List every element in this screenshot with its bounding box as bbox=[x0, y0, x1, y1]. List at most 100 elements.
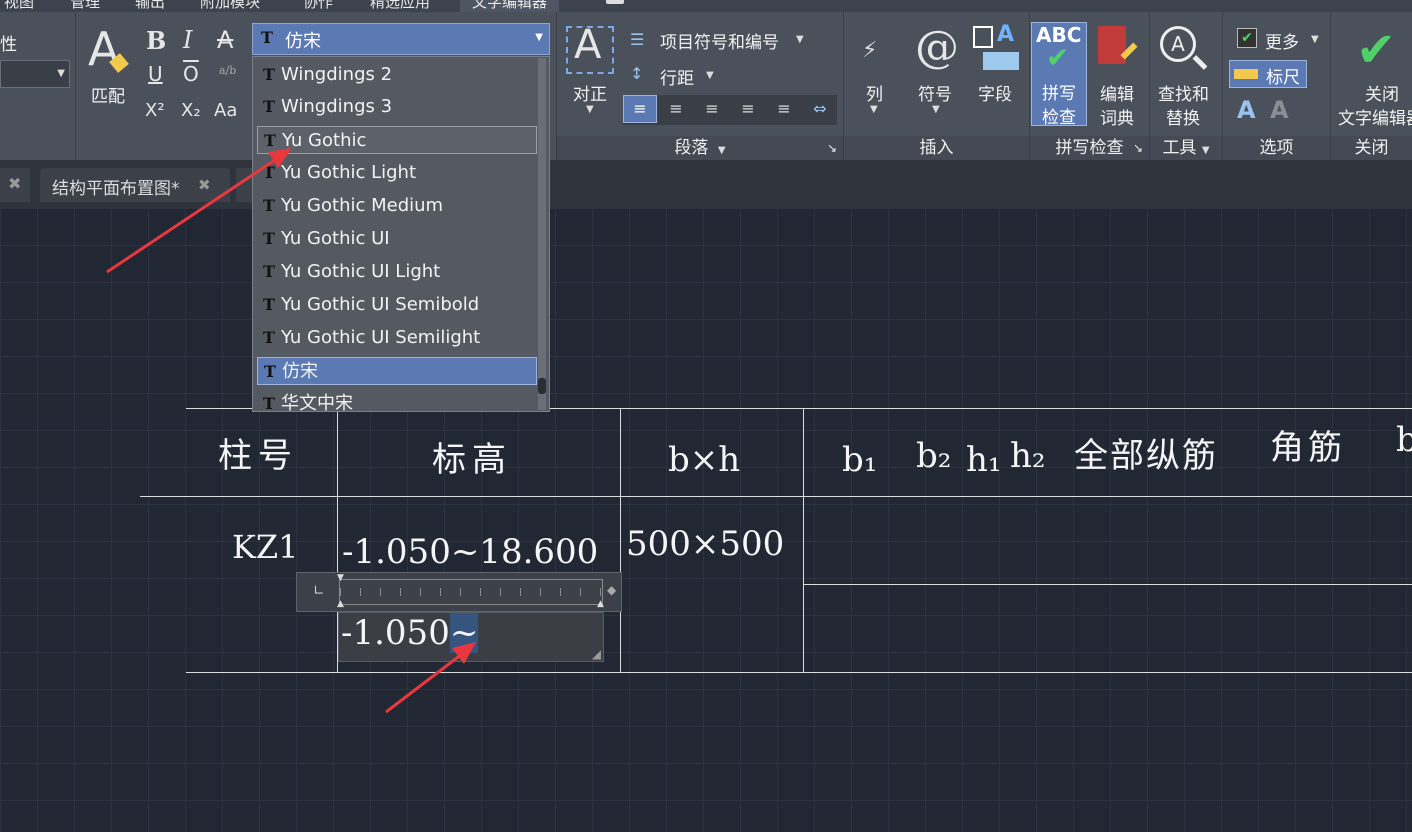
close-check-icon: ✔ bbox=[1356, 22, 1397, 78]
dialog-launcher-icon[interactable]: ↘ bbox=[1133, 136, 1143, 160]
document-tab-title: 结构平面布置图* bbox=[52, 179, 180, 199]
close-label-1[interactable]: 关闭 bbox=[1365, 80, 1399, 105]
find-label-2[interactable]: 替换 bbox=[1166, 104, 1200, 129]
superscript-button[interactable]: X² bbox=[145, 100, 165, 121]
dictionary-label-1[interactable]: 编辑 bbox=[1100, 80, 1134, 105]
italic-button[interactable]: I bbox=[183, 26, 192, 54]
drawing-canvas[interactable] bbox=[0, 208, 1412, 832]
menu-tab-featured-apps[interactable]: 精选应用 bbox=[370, 0, 430, 12]
field-icon: A bbox=[973, 22, 1019, 72]
editor-ruler[interactable]: ∟ ▼ ▲ ▲ ◆ bbox=[296, 572, 622, 612]
menu-tab-output[interactable]: 输出 bbox=[135, 0, 165, 12]
selected-text[interactable]: ~ bbox=[449, 613, 479, 653]
width-handle-icon[interactable]: ◆ bbox=[607, 583, 616, 597]
font-option[interactable]: T Wingdings 2 bbox=[257, 61, 537, 89]
font-option-selected[interactable]: T 仿宋 bbox=[257, 357, 537, 385]
font-list-scrollbar[interactable] bbox=[538, 58, 546, 410]
right-indent-icon[interactable]: ▲ bbox=[597, 599, 604, 609]
font-option-hovered[interactable]: T Yu Gothic bbox=[257, 126, 537, 154]
font-option[interactable]: T Wingdings 3 bbox=[257, 93, 537, 121]
case-button[interactable]: Aa bbox=[214, 100, 237, 121]
ruler-scale[interactable] bbox=[339, 579, 603, 605]
truetype-font-icon: T bbox=[263, 163, 275, 182]
columns-icon: ⚡ bbox=[862, 38, 878, 63]
dialog-launcher-icon[interactable]: ↘ bbox=[827, 136, 837, 160]
header-b2: b₂ bbox=[916, 436, 952, 476]
menu-tab-text-editor[interactable]: 文字编辑器 bbox=[460, 0, 560, 12]
menu-tab-manage[interactable]: 管理 bbox=[70, 0, 100, 12]
truetype-font-icon: T bbox=[264, 362, 276, 381]
close-icon[interactable]: ✖ bbox=[8, 174, 21, 193]
undo-icon[interactable]: A bbox=[1237, 96, 1256, 124]
justify-icon[interactable]: ≡ bbox=[731, 95, 765, 123]
redo-icon[interactable]: A bbox=[1270, 96, 1289, 124]
line-spacing-icon: ↕ bbox=[630, 64, 644, 83]
spell-check-button[interactable]: ABC ✔ 拼写 检查 bbox=[1031, 22, 1087, 128]
underline-button[interactable]: U bbox=[148, 62, 163, 86]
match-label: 匹配 bbox=[91, 87, 125, 107]
close-label-2[interactable]: 文字编辑器 bbox=[1338, 104, 1412, 129]
find-label-1[interactable]: 查找和 bbox=[1158, 80, 1209, 105]
chevron-down-icon: ▼ bbox=[932, 104, 940, 115]
text-edit-box[interactable]: -1.050~ ◢ bbox=[338, 612, 604, 662]
extra-icon[interactable] bbox=[606, 0, 624, 4]
font-list-scroll-thumb[interactable] bbox=[538, 378, 546, 394]
font-option[interactable]: T Yu Gothic UI Semilight bbox=[257, 324, 537, 352]
columns-button[interactable]: 列 bbox=[866, 80, 883, 105]
align-right-icon[interactable]: ≡ bbox=[695, 95, 729, 123]
truetype-font-icon: T bbox=[263, 229, 275, 248]
font-option[interactable]: T 华文中宋 bbox=[257, 390, 537, 411]
menu-tab-addins[interactable]: 附加模块 bbox=[200, 0, 260, 12]
field-button[interactable]: 字段 bbox=[978, 80, 1012, 105]
overline-button[interactable]: O bbox=[183, 62, 199, 86]
options-panel-title: 选项 bbox=[1223, 136, 1330, 160]
indent-marker-icon[interactable]: ▲ bbox=[337, 599, 344, 609]
distribute-icon[interactable]: ≡ bbox=[767, 95, 801, 123]
subscript-button[interactable]: X₂ bbox=[181, 100, 201, 121]
menu-tab-collaborate[interactable]: 协作 bbox=[303, 0, 333, 12]
insert-panel-title: 插入 bbox=[844, 136, 1029, 160]
close-icon[interactable]: ✖ bbox=[198, 176, 211, 194]
justify-button[interactable]: A bbox=[566, 22, 614, 74]
font-option[interactable]: T Yu Gothic Medium bbox=[257, 192, 537, 220]
header-all-rebar: 全部纵筋 bbox=[1074, 436, 1218, 476]
document-tab[interactable]: 结构平面布置图* ✖ bbox=[40, 168, 230, 202]
more-checkbox[interactable]: ✔ bbox=[1237, 28, 1257, 48]
tab-stop-icon[interactable]: ∟ bbox=[313, 583, 325, 599]
expand-icon[interactable]: ⇔ bbox=[803, 95, 837, 123]
font-option[interactable]: T Yu Gothic UI Light bbox=[257, 258, 537, 286]
header-b1: b₁ bbox=[842, 440, 878, 480]
match-button[interactable]: A bbox=[86, 22, 134, 76]
indent-marker-icon[interactable]: ▼ bbox=[337, 573, 344, 583]
align-center-icon[interactable]: ≡ bbox=[659, 95, 693, 123]
edit-text[interactable]: -1.050~ bbox=[341, 613, 479, 653]
spell-panel-title: 拼写检查 bbox=[1055, 138, 1124, 158]
bold-button[interactable]: B bbox=[146, 26, 166, 55]
font-option[interactable]: T Yu Gothic UI bbox=[257, 225, 537, 253]
header-elevation: 标高 bbox=[432, 440, 512, 480]
stack-button[interactable]: a/b bbox=[219, 64, 236, 77]
truetype-font-icon: T bbox=[263, 262, 275, 281]
font-select[interactable]: T 仿宋 ▼ bbox=[252, 23, 550, 55]
ruler-toggle[interactable]: 标尺 bbox=[1229, 60, 1307, 88]
bullets-button[interactable]: 项目符号和编号 bbox=[660, 28, 779, 53]
header-h2: h₂ bbox=[1010, 436, 1046, 476]
truetype-font-icon: T bbox=[263, 328, 275, 347]
chevron-down-icon: ▼ bbox=[796, 34, 804, 45]
font-option[interactable]: T Yu Gothic UI Semibold bbox=[257, 291, 537, 319]
font-option[interactable]: T Yu Gothic Light bbox=[257, 159, 537, 187]
symbol-button[interactable]: 符号 bbox=[918, 80, 952, 105]
tools-panel-title[interactable]: 工具 bbox=[1162, 138, 1196, 158]
menu-tab-view[interactable]: 视图 bbox=[4, 0, 34, 12]
line-spacing-button[interactable]: 行距 bbox=[660, 64, 694, 89]
dictionary-label-2[interactable]: 词典 bbox=[1100, 104, 1134, 129]
style-select[interactable]: ▼ bbox=[0, 60, 70, 88]
paragraph-panel-title[interactable]: 段落 bbox=[674, 138, 708, 158]
document-tab-previous[interactable]: ✖ bbox=[0, 168, 30, 202]
more-label[interactable]: 更多 bbox=[1265, 28, 1299, 53]
align-left-icon[interactable]: ≡ bbox=[623, 95, 657, 123]
strikethrough-button[interactable]: A bbox=[217, 26, 233, 54]
resize-handle-icon[interactable]: ◢ bbox=[592, 647, 601, 661]
chevron-down-icon: ▼ bbox=[535, 32, 543, 43]
chevron-down-icon: ▼ bbox=[1201, 145, 1210, 156]
